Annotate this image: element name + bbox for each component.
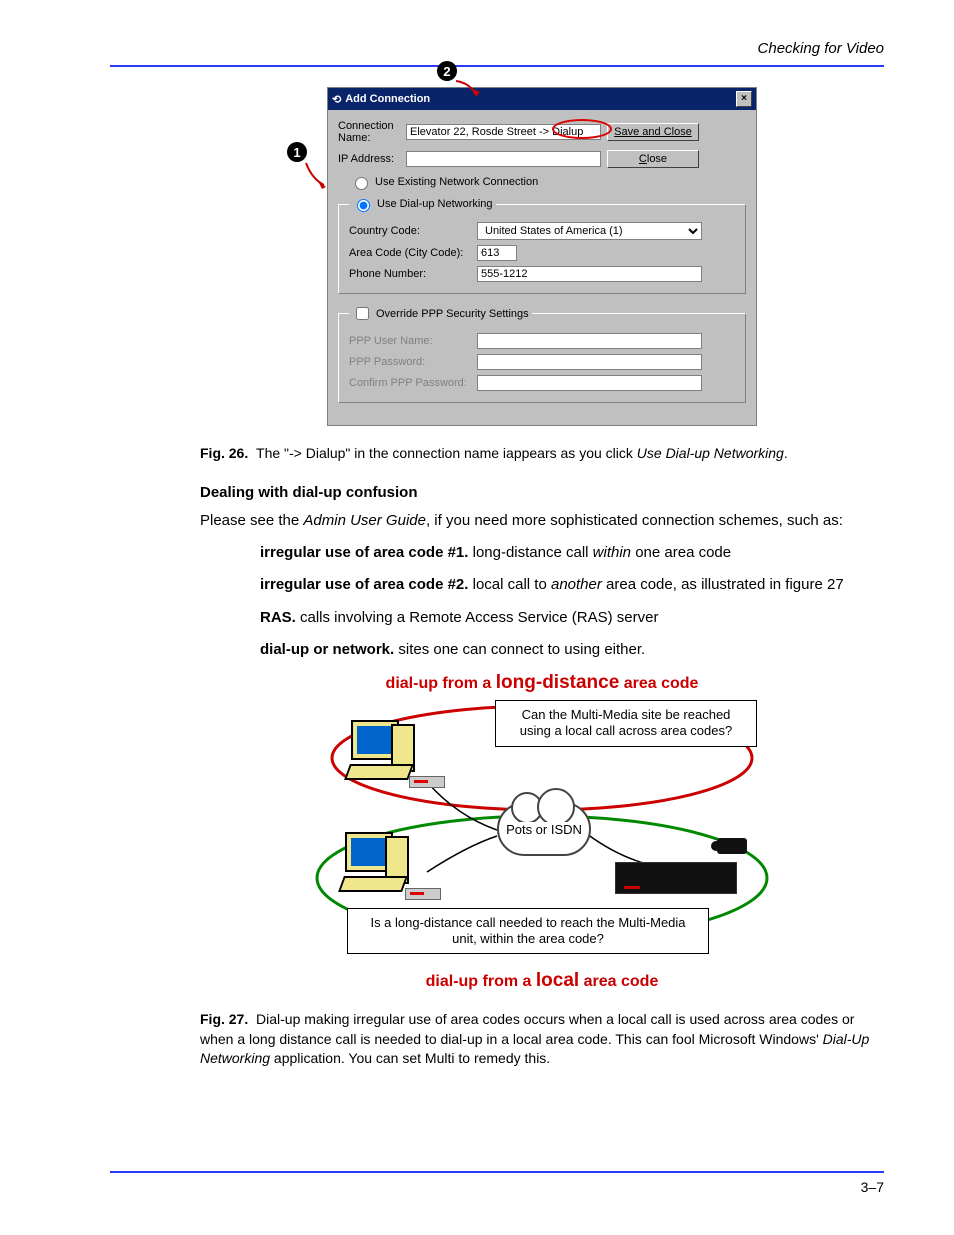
close-icon[interactable]: × [736,91,752,107]
link-icon: ⟲ [332,93,341,106]
ppp-pass-input [477,354,702,370]
section-heading: Dealing with dial-up confusion [200,484,884,501]
conn-name-input[interactable] [406,124,601,140]
area-input[interactable] [477,245,517,261]
phone-input[interactable] [477,266,702,282]
computer-icon [345,720,415,780]
save-and-close-button[interactable]: Save and Close [607,123,699,141]
ip-label: IP Address: [338,153,400,165]
ppp-conf-label: Confirm PPP Password: [349,377,477,389]
dialog-titlebar: ⟲ Add Connection × [328,88,756,110]
bottom-curved-text: dial-up from a local area code [297,970,787,992]
page-header: Checking for Video [110,40,884,67]
camera-icon [717,838,747,854]
figure-26-caption: Fig. 26. The "-> Dialup" in the connecti… [200,444,884,464]
modem-icon [409,776,445,788]
multimedia-unit-icon [615,862,737,894]
arrow-1 [302,159,332,189]
computer-icon [339,832,409,892]
figure-26-dialog: 2 1 ⟲ Add Connection × [327,87,757,426]
override-ppp-checkbox[interactable] [356,307,369,320]
ppp-pass-label: PPP Password: [349,356,477,368]
close-button[interactable]: Close [607,150,699,168]
page-number: 3–7 [861,1179,884,1195]
speech-bubble-1: Can the Multi-Media site be reached usin… [495,700,757,747]
def-item: RAS. calls involving a Remote Access Ser… [260,608,884,628]
use-dialup-label: Use Dial-up Networking [377,198,493,210]
use-existing-radio[interactable] [355,177,368,190]
use-dialup-radio[interactable] [357,199,370,212]
def-item: dial-up or network. sites one can connec… [260,640,884,660]
figure-27-caption: Fig. 27. Dial-up making irregular use of… [200,1010,884,1069]
arrow-2 [452,79,482,99]
definition-list: irregular use of area code #1. long-dist… [260,543,884,660]
country-label: Country Code: [349,225,477,237]
figure-27-diagram: dial-up from a long-distance area code C… [297,672,787,992]
conn-name-label: Connection Name: [338,120,400,144]
ip-input[interactable] [406,151,601,167]
page-footer: 3–7 [110,1171,884,1195]
callout-2: 2 [437,61,457,81]
dialog-title: Add Connection [345,93,430,105]
def-item: irregular use of area code #1. long-dist… [260,543,884,563]
modem-icon [405,888,441,900]
override-ppp-label: Override PPP Security Settings [376,308,529,320]
def-item: irregular use of area code #2. local cal… [260,575,884,595]
cloud-icon: Pots or ISDN [497,802,591,856]
country-select[interactable]: United States of America (1) [477,222,702,240]
ppp-user-label: PPP User Name: [349,335,477,347]
use-existing-label: Use Existing Network Connection [375,176,538,188]
phone-label: Phone Number: [349,268,477,280]
speech-bubble-2: Is a long-distance call needed to reach … [347,908,709,955]
area-label: Area Code (City Code): [349,247,477,259]
ppp-user-input [477,333,702,349]
ppp-conf-input [477,375,702,391]
intro-paragraph: Please see the Admin User Guide, if you … [200,511,884,531]
